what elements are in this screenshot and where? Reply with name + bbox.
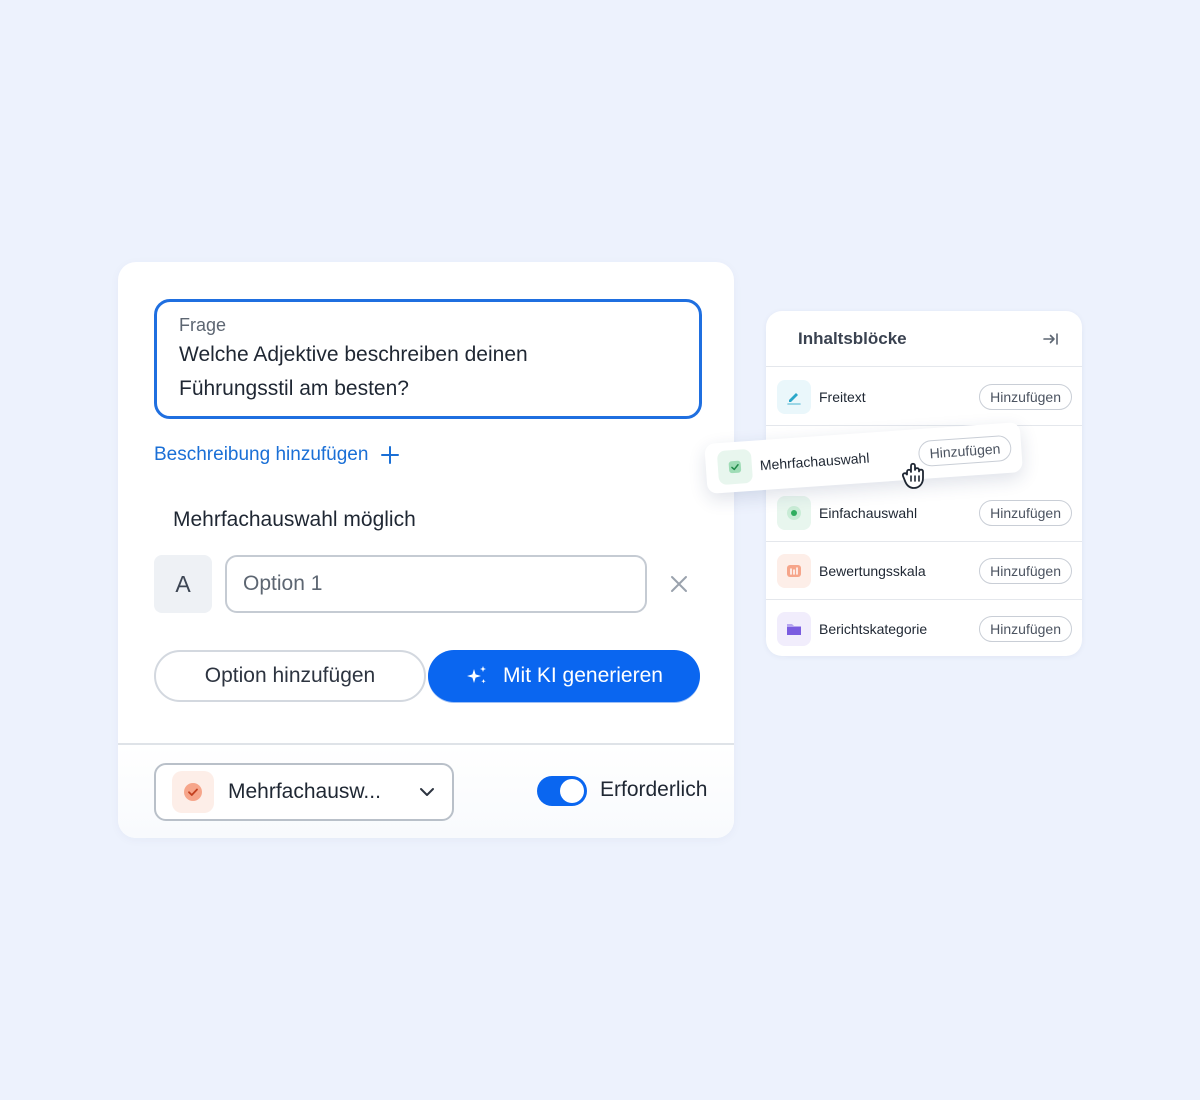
- generate-with-ai-button[interactable]: Mit KI generieren: [428, 650, 700, 702]
- option-letter-badge: A: [154, 555, 212, 613]
- block-item-label: Berichtskategorie: [819, 621, 928, 637]
- panel-header: Inhaltsblöcke: [766, 311, 1082, 367]
- toggle-knob: [560, 779, 584, 803]
- add-option-button[interactable]: Option hinzufügen: [154, 650, 426, 702]
- grab-cursor-icon: [901, 462, 924, 489]
- sparkle-icon: [467, 666, 487, 684]
- block-item-berichtskategorie: Berichtskategorie Hinzufügen: [766, 600, 1082, 656]
- pen-icon: [777, 379, 811, 414]
- card-footer: Mehrfachausw... Erforderlich: [118, 743, 734, 838]
- add-description-label: Beschreibung hinzufügen: [154, 444, 369, 465]
- required-toggle[interactable]: [537, 776, 587, 806]
- scale-icon: [777, 553, 811, 588]
- radio-icon: [777, 495, 811, 530]
- checkbox-icon: [716, 448, 754, 486]
- question-text-line-2: Führungsstil am besten?: [179, 377, 409, 400]
- block-item-einfachauswahl: Einfachauswahl Hinzufügen: [766, 484, 1082, 542]
- block-item-freitext: Freitext Hinzufügen: [766, 368, 1082, 426]
- question-field[interactable]: Frage Welche Adjektive beschreiben deine…: [154, 299, 702, 419]
- option-input[interactable]: [225, 555, 647, 613]
- chevron-down-icon: [420, 788, 434, 796]
- block-item-label: Freitext: [819, 388, 866, 405]
- block-item-label: Bewertungsskala: [819, 562, 926, 579]
- add-freitext-button[interactable]: Hinzufügen: [979, 383, 1072, 410]
- add-einfachauswahl-button[interactable]: Hinzufügen: [979, 499, 1072, 526]
- plus-icon: [381, 446, 400, 464]
- question-card: Frage Welche Adjektive beschreiben deine…: [118, 262, 734, 838]
- collapse-panel-icon[interactable]: [1042, 330, 1060, 348]
- question-type-value: Mehrfachausw...: [228, 780, 381, 803]
- folder-icon: [777, 612, 811, 646]
- multi-select-label: Mehrfachauswahl möglich: [173, 508, 416, 531]
- question-type-select[interactable]: Mehrfachausw...: [154, 763, 454, 821]
- generate-with-ai-label: Mit KI generieren: [503, 664, 663, 687]
- question-text-line-1: Welche Adjektive beschreiben deinen: [179, 343, 528, 366]
- add-bewertungsskala-button[interactable]: Hinzufügen: [979, 557, 1072, 584]
- required-label: Erforderlich: [600, 778, 708, 801]
- checkbox-icon: [172, 771, 214, 813]
- panel-title: Inhaltsblöcke: [798, 328, 907, 348]
- add-description-link[interactable]: Beschreibung hinzufügen: [154, 444, 400, 466]
- dragged-block-label: Mehrfachauswahl: [759, 449, 870, 474]
- close-icon[interactable]: [666, 571, 692, 597]
- add-berichtskategorie-button[interactable]: Hinzufügen: [979, 616, 1072, 642]
- block-item-bewertungsskala: Bewertungsskala Hinzufügen: [766, 542, 1082, 600]
- question-label: Frage: [179, 315, 227, 335]
- block-item-label: Einfachauswahl: [819, 504, 918, 521]
